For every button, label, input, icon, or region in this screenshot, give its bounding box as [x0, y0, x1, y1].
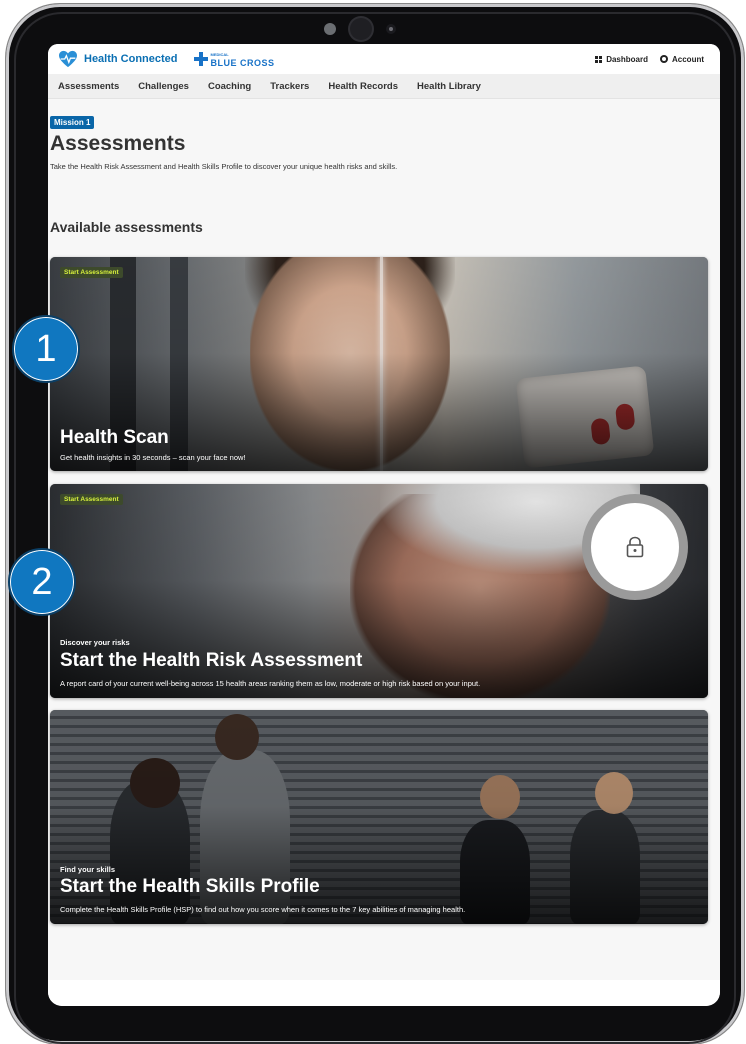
nav-health-records[interactable]: Health Records — [328, 81, 398, 92]
page-subtitle: Take the Health Risk Assessment and Heal… — [50, 162, 398, 171]
card-title: Start the Health Risk Assessment — [60, 650, 363, 671]
section-title: Available assessments — [50, 219, 203, 235]
footer-area — [48, 980, 720, 1006]
card-description: Get health insights in 30 seconds – scan… — [60, 453, 246, 462]
lock-badge — [591, 503, 679, 591]
card-kicker: Find your skills — [60, 865, 116, 874]
account-icon — [660, 55, 668, 63]
partner-name: MEDICAL BLUE CROSS — [211, 50, 275, 68]
start-assessment-tag[interactable]: Start Assessment — [60, 494, 123, 505]
card-title: Start the Health Skills Profile — [60, 876, 320, 897]
brand-name: Health Connected — [84, 53, 178, 65]
dashboard-grid-icon — [595, 55, 603, 63]
sensor-icon — [324, 23, 336, 35]
blue-cross-logo: MEDICAL BLUE CROSS — [193, 50, 275, 68]
page-title: Assessments — [50, 132, 186, 155]
nav-challenges[interactable]: Challenges — [138, 81, 189, 92]
lock-overlay — [582, 494, 688, 600]
lock-icon — [626, 536, 644, 558]
main-nav: Assessments Challenges Coaching Trackers… — [48, 74, 720, 99]
top-bar: Health Connected MEDICAL BLUE CROSS Dash… — [48, 44, 720, 74]
health-risk-assessment-card[interactable]: Start Assessment Discover your risks Sta… — [50, 484, 708, 698]
card-title: Health Scan — [60, 427, 169, 448]
account-link[interactable]: Account — [660, 55, 704, 64]
nav-coaching[interactable]: Coaching — [208, 81, 251, 92]
callout-marker-1: 1 — [12, 315, 80, 383]
card-description: Complete the Health Skills Profile (HSP)… — [60, 905, 466, 914]
card-kicker: Discover your risks — [60, 638, 130, 647]
account-label: Account — [672, 54, 704, 64]
front-camera — [324, 18, 404, 40]
mission-badge: Mission 1 — [50, 116, 95, 129]
top-right-links: Dashboard Account — [595, 44, 704, 74]
start-assessment-tag[interactable]: Start Assessment — [60, 267, 123, 278]
partner-name-main: BLUE CROSS — [210, 58, 275, 68]
camera-lens-icon — [350, 18, 372, 40]
cross-icon — [193, 52, 208, 66]
callout-marker-2: 2 — [8, 548, 76, 616]
nav-assessments[interactable]: Assessments — [58, 81, 119, 92]
app-screen: Health Connected MEDICAL BLUE CROSS Dash… — [48, 44, 720, 1006]
dashboard-label: Dashboard — [606, 54, 648, 64]
nav-health-library[interactable]: Health Library — [417, 81, 481, 92]
dashboard-link[interactable]: Dashboard — [595, 55, 648, 64]
app-logo[interactable]: Health Connected MEDICAL BLUE CROSS — [58, 50, 275, 68]
light-sensor-icon — [386, 24, 396, 34]
card-description: A report card of your current well-being… — [60, 679, 481, 688]
nav-trackers[interactable]: Trackers — [270, 81, 309, 92]
heart-logo-icon — [59, 50, 77, 68]
health-scan-card[interactable]: Start Assessment Health Scan Get health … — [50, 257, 708, 471]
health-skills-profile-card[interactable]: Find your skills Start the Health Skills… — [50, 710, 708, 924]
